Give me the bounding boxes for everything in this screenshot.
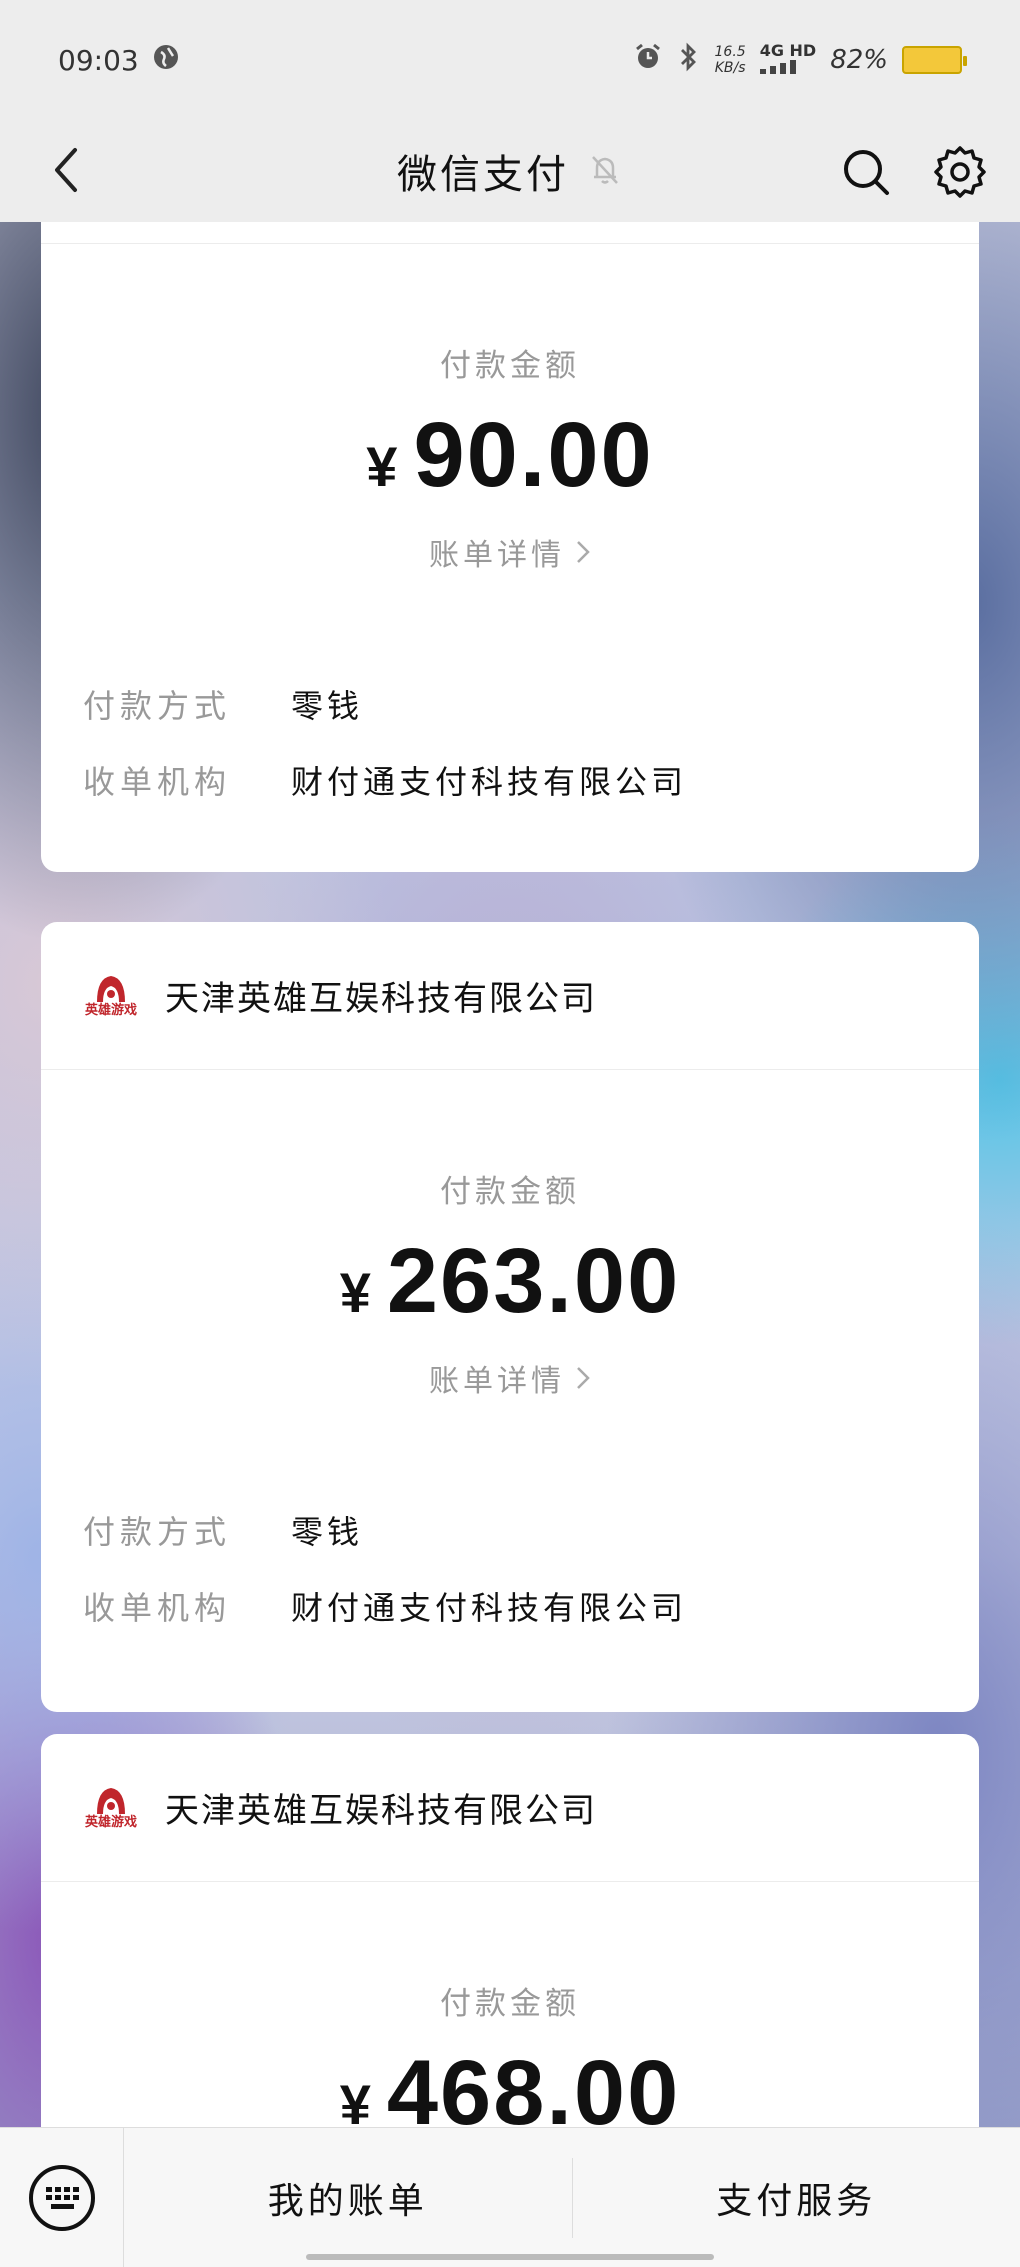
signal-bars-icon bbox=[759, 60, 796, 74]
amount-label: 付款金额 bbox=[440, 1986, 580, 2022]
globe-icon bbox=[153, 44, 179, 77]
merchant-logo: 英雄游戏 bbox=[81, 966, 141, 1026]
payment-method-row: 付款方式 零钱 bbox=[41, 666, 979, 742]
amount-value: ¥ 90.00 bbox=[41, 403, 979, 508]
acquirer-label: 收单机构 bbox=[83, 1589, 232, 1627]
settings-button[interactable] bbox=[930, 142, 990, 202]
card-header-divider bbox=[41, 222, 979, 244]
payment-method-value: 零钱 bbox=[291, 1513, 364, 1551]
page-title: 微信支付 bbox=[397, 152, 569, 198]
pay-services-menu[interactable]: 支付服务 bbox=[573, 2128, 1020, 2267]
merchant-logo: 英雄游戏 bbox=[81, 1778, 141, 1838]
battery-icon bbox=[902, 46, 967, 74]
keyboard-toggle-button[interactable] bbox=[0, 2127, 124, 2267]
bill-detail-link[interactable]: 账单详情 bbox=[429, 530, 591, 574]
amount-value: ¥ 263.00 bbox=[41, 1229, 979, 1334]
amount-label: 付款金额 bbox=[440, 1174, 580, 1210]
payment-method-label: 付款方式 bbox=[83, 1513, 232, 1551]
amount-number: 263.00 bbox=[386, 1230, 681, 1332]
merchant-name: 天津英雄互娱科技有限公司 bbox=[165, 979, 597, 1019]
acquirer-label: 收单机构 bbox=[83, 763, 232, 801]
acquirer-value: 财付通支付科技有限公司 bbox=[291, 1589, 688, 1627]
currency-symbol: ¥ bbox=[366, 435, 398, 498]
net-speed-unit: KB/s bbox=[714, 60, 746, 76]
acquirer-row: 收单机构 财付通支付科技有限公司 bbox=[41, 742, 979, 818]
merchant-logo-text: 英雄游戏 bbox=[84, 1814, 137, 1830]
bill-list[interactable]: 付款金额 ¥ 90.00 账单详情 付款方式 零钱 收单机构 财付通支付科技有限… bbox=[0, 222, 1020, 2127]
bill-card: 英雄游戏 天津英雄互娱科技有限公司 付款金额 ¥ 263.00 账单详情 付款方… bbox=[41, 922, 979, 1712]
search-button[interactable] bbox=[836, 142, 896, 202]
amount-label: 付款金额 bbox=[440, 348, 580, 384]
acquirer-row: 收单机构 财付通支付科技有限公司 bbox=[41, 1568, 979, 1644]
gear-icon bbox=[934, 146, 986, 198]
acquirer-value: 财付通支付科技有限公司 bbox=[291, 763, 688, 801]
signal-label: 4G HD bbox=[759, 41, 817, 60]
card-header: 英雄游戏 天津英雄互娱科技有限公司 bbox=[41, 922, 979, 1070]
battery-percent: 82% bbox=[830, 45, 888, 75]
hero-helmet-icon bbox=[97, 1787, 125, 1814]
title-bar: 微信支付 bbox=[0, 120, 1020, 222]
bill-detail-label: 账单详情 bbox=[429, 538, 565, 573]
signal-indicator: 4G HD bbox=[759, 41, 817, 78]
chevron-left-icon bbox=[55, 148, 77, 192]
back-button[interactable] bbox=[36, 140, 96, 200]
net-speed-value: 16.5 bbox=[714, 44, 746, 60]
bluetooth-icon bbox=[677, 42, 701, 78]
status-time: 09:03 bbox=[58, 43, 139, 77]
amount-value: ¥ 468.00 bbox=[41, 2041, 979, 2127]
bill-card: 付款金额 ¥ 90.00 账单详情 付款方式 零钱 收单机构 财付通支付科技有限… bbox=[41, 222, 979, 872]
alarm-icon bbox=[633, 42, 663, 78]
hero-helmet-icon bbox=[97, 975, 125, 1002]
bill-detail-label: 账单详情 bbox=[429, 1364, 565, 1399]
currency-symbol: ¥ bbox=[339, 1261, 371, 1324]
net-speed: 16.5 KB/s bbox=[715, 44, 746, 76]
home-indicator[interactable] bbox=[306, 2254, 714, 2260]
card-header: 英雄游戏 天津英雄互娱科技有限公司 bbox=[41, 1734, 979, 1882]
bill-detail-link[interactable]: 账单详情 bbox=[429, 1356, 591, 1400]
payment-method-value: 零钱 bbox=[291, 687, 364, 725]
chevron-right-icon bbox=[577, 1367, 590, 1389]
bill-card: 英雄游戏 天津英雄互娱科技有限公司 付款金额 ¥ 468.00 bbox=[41, 1734, 979, 2127]
mute-bell-icon bbox=[587, 151, 623, 191]
merchant-name: 天津英雄互娱科技有限公司 bbox=[165, 1791, 597, 1831]
currency-symbol: ¥ bbox=[339, 2073, 371, 2127]
search-icon bbox=[844, 150, 889, 195]
my-bills-menu[interactable]: 我的账单 bbox=[124, 2128, 572, 2267]
bottom-menu-bar: 我的账单 支付服务 bbox=[0, 2127, 1020, 2267]
chevron-right-icon bbox=[577, 541, 590, 563]
status-bar: 09:03 16.5 KB/s 4G HD 82% bbox=[0, 0, 1020, 120]
keyboard-icon bbox=[28, 2164, 95, 2231]
amount-number: 468.00 bbox=[386, 2042, 681, 2127]
amount-number: 90.00 bbox=[413, 404, 654, 506]
payment-method-row: 付款方式 零钱 bbox=[41, 1492, 979, 1568]
merchant-logo-text: 英雄游戏 bbox=[84, 1002, 137, 1018]
payment-method-label: 付款方式 bbox=[83, 687, 232, 725]
